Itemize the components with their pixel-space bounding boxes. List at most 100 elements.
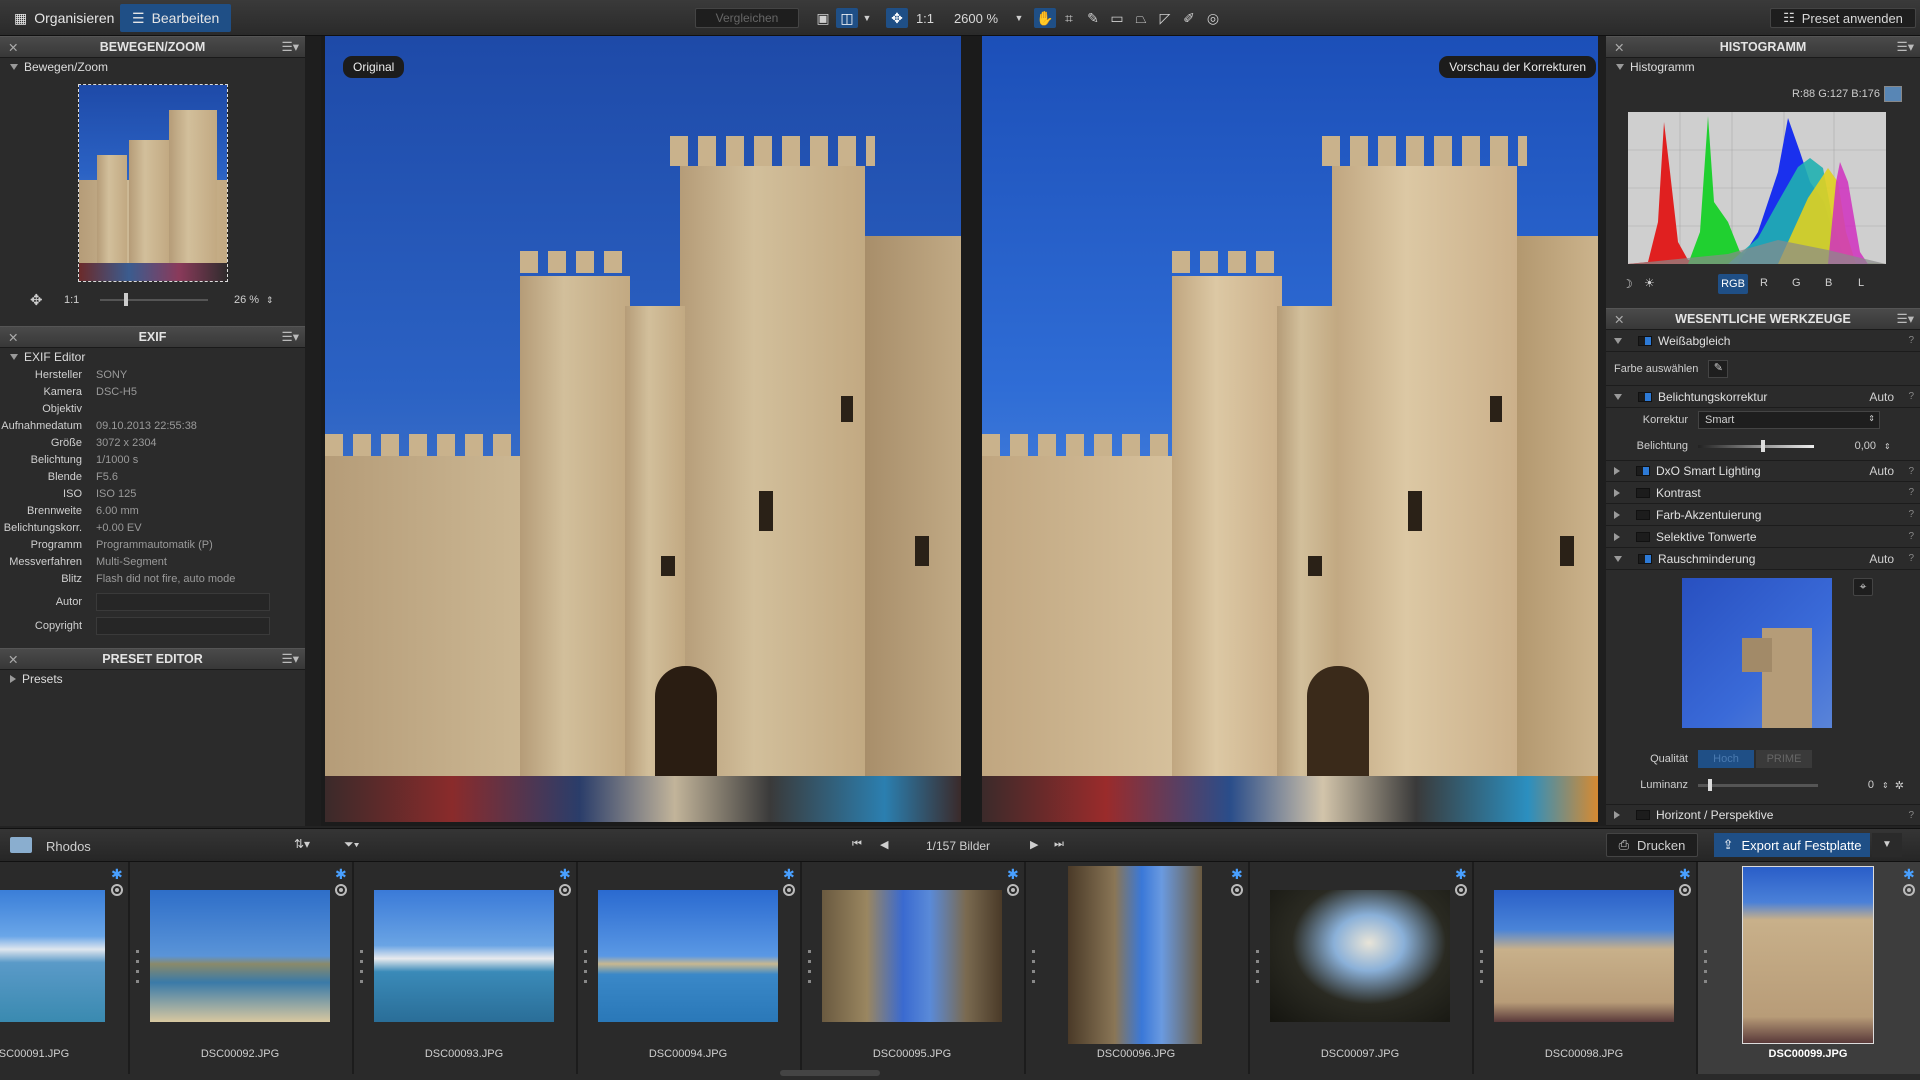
original-image[interactable]: Original <box>325 36 961 822</box>
enable-checkbox[interactable] <box>1638 553 1652 564</box>
close-icon[interactable]: ✕ <box>8 652 18 667</box>
process-status-icon[interactable] <box>1903 884 1915 896</box>
process-status-icon[interactable] <box>1679 884 1691 896</box>
help-icon[interactable]: ? <box>1908 487 1914 498</box>
help-icon[interactable]: ? <box>1908 553 1914 564</box>
crop-icon[interactable]: ⌗ <box>1058 8 1080 28</box>
menu-icon[interactable]: ☰▾ <box>282 329 299 344</box>
drag-handle[interactable] <box>1704 950 1707 990</box>
thumbnail[interactable] <box>0 890 105 1022</box>
help-icon[interactable]: ? <box>1908 335 1914 346</box>
zoom-level[interactable]: 2600 % <box>946 8 1006 28</box>
stepper-icon[interactable]: ⇕ <box>1882 781 1889 790</box>
enable-checkbox[interactable] <box>1636 509 1650 520</box>
enable-checkbox[interactable] <box>1636 810 1650 820</box>
process-status-icon[interactable] <box>783 884 795 896</box>
copyright-input[interactable] <box>96 617 270 635</box>
filmstrip-scrollbar[interactable] <box>780 1070 880 1076</box>
contrast-tool[interactable]: Kontrast? <box>1606 482 1920 504</box>
author-input[interactable] <box>96 593 270 611</box>
thumbnail[interactable] <box>598 890 778 1022</box>
help-icon[interactable]: ? <box>1908 391 1914 402</box>
star-icon[interactable]: ✱ <box>1679 866 1691 883</box>
shadow-clip-icon[interactable]: ☽ <box>1622 277 1633 291</box>
help-icon[interactable]: ? <box>1908 531 1914 542</box>
filter-icon[interactable]: ⏷▾ <box>344 837 359 852</box>
navigator-thumbnail[interactable] <box>78 84 228 282</box>
channel-l-button[interactable]: L <box>1858 277 1864 289</box>
previous-image-icon[interactable]: ◀ <box>880 838 888 851</box>
drag-handle[interactable] <box>136 950 139 990</box>
enable-checkbox[interactable] <box>1636 531 1650 542</box>
sort-icon[interactable]: ⇅▾ <box>294 837 310 851</box>
thumbnail[interactable] <box>150 890 330 1022</box>
polygon-icon[interactable]: ◸ <box>1154 8 1176 28</box>
channel-b-button[interactable]: B <box>1825 277 1832 289</box>
zoom-value[interactable]: 26 % <box>234 294 259 306</box>
enable-checkbox[interactable] <box>1638 391 1652 402</box>
luminance-slider-handle[interactable] <box>1708 779 1712 791</box>
star-icon[interactable]: ✱ <box>1455 866 1467 883</box>
thumbnail[interactable] <box>822 890 1002 1022</box>
channel-r-button[interactable]: R <box>1760 277 1768 289</box>
channel-rgb-button[interactable]: RGB <box>1718 274 1748 294</box>
stepper-icon[interactable]: ⇕ <box>1884 442 1891 451</box>
last-image-icon[interactable]: ⏭ <box>1054 838 1064 851</box>
close-icon[interactable]: ✕ <box>1614 40 1624 55</box>
highlight-clip-icon[interactable]: ☀ <box>1644 276 1655 290</box>
help-icon[interactable]: ? <box>1908 509 1914 520</box>
movezoom-section[interactable]: Bewegen/Zoom <box>0 58 305 76</box>
left-splitter[interactable] <box>305 36 321 826</box>
process-status-icon[interactable] <box>1231 884 1243 896</box>
process-status-icon[interactable] <box>1007 884 1019 896</box>
drag-handle[interactable] <box>1032 950 1035 990</box>
next-image-icon[interactable]: ▶ <box>1030 838 1038 851</box>
star-icon[interactable]: ✱ <box>1903 866 1915 883</box>
zoom-1to1-button[interactable]: 1:1 <box>912 8 938 28</box>
redeye-icon[interactable]: ◎ <box>1202 8 1224 28</box>
luminance-value[interactable]: 0 <box>1834 779 1874 791</box>
stepper-icon[interactable]: ⇕ <box>266 295 274 306</box>
horizon-icon[interactable]: ▭ <box>1106 8 1128 28</box>
hand-tool-icon[interactable]: ✋ <box>1034 8 1056 28</box>
exposure-slider[interactable] <box>1698 444 1814 448</box>
apply-preset-button[interactable]: ☷ Preset anwenden <box>1770 8 1916 28</box>
edit-tab[interactable]: ☰ Bearbeiten <box>120 4 232 32</box>
color-accent-tool[interactable]: Farb-Akzentuierung? <box>1606 504 1920 526</box>
enable-checkbox[interactable] <box>1636 487 1650 498</box>
menu-icon[interactable]: ☰▾ <box>1897 39 1914 54</box>
noise-reduction-tool[interactable]: Rauschminderung Auto? <box>1606 548 1920 570</box>
exposure-tool[interactable]: Belichtungskorrektur Auto? <box>1606 386 1920 408</box>
drag-handle[interactable] <box>808 950 811 990</box>
enable-checkbox[interactable] <box>1638 335 1652 346</box>
menu-icon[interactable]: ☰▾ <box>282 39 299 54</box>
split-view-icon[interactable]: ◫ <box>836 8 858 28</box>
view-dropdown-icon[interactable]: ▼ <box>856 8 878 28</box>
star-icon[interactable]: ✱ <box>1007 866 1019 883</box>
magic-wand-icon[interactable]: ✲ <box>1895 779 1904 792</box>
export-dropdown-icon[interactable]: ▼ <box>1872 833 1902 857</box>
quality-high-button[interactable]: Hoch <box>1698 750 1754 768</box>
thumbnail[interactable] <box>1270 890 1450 1022</box>
first-image-icon[interactable]: ⏮ <box>852 838 862 851</box>
zoom-dropdown-icon[interactable]: ▼ <box>1008 8 1030 28</box>
process-status-icon[interactable] <box>111 884 123 896</box>
move-icon[interactable]: ✥ <box>886 8 908 28</box>
close-icon[interactable]: ✕ <box>8 40 18 55</box>
thumbnail-selected[interactable] <box>1742 866 1874 1044</box>
drag-handle[interactable] <box>1256 950 1259 990</box>
star-icon[interactable]: ✱ <box>1231 866 1243 883</box>
presets-section[interactable]: Presets <box>0 670 305 688</box>
process-status-icon[interactable] <box>559 884 571 896</box>
selective-tones-tool[interactable]: Selektive Tonwerte? <box>1606 526 1920 548</box>
smart-lighting-tool[interactable]: DxO Smart Lighting Auto? <box>1606 460 1920 482</box>
thumbnail[interactable] <box>374 890 554 1022</box>
help-icon[interactable]: ? <box>1908 466 1914 477</box>
zoom-slider-handle[interactable] <box>124 293 128 306</box>
ratio-label[interactable]: 1:1 <box>64 294 79 306</box>
eyedropper-icon[interactable]: ✎ <box>1082 8 1104 28</box>
move-icon[interactable]: ✥ <box>30 291 43 309</box>
close-icon[interactable]: ✕ <box>8 330 18 345</box>
star-icon[interactable]: ✱ <box>559 866 571 883</box>
correction-select[interactable]: Smart ⇕ <box>1698 411 1880 429</box>
